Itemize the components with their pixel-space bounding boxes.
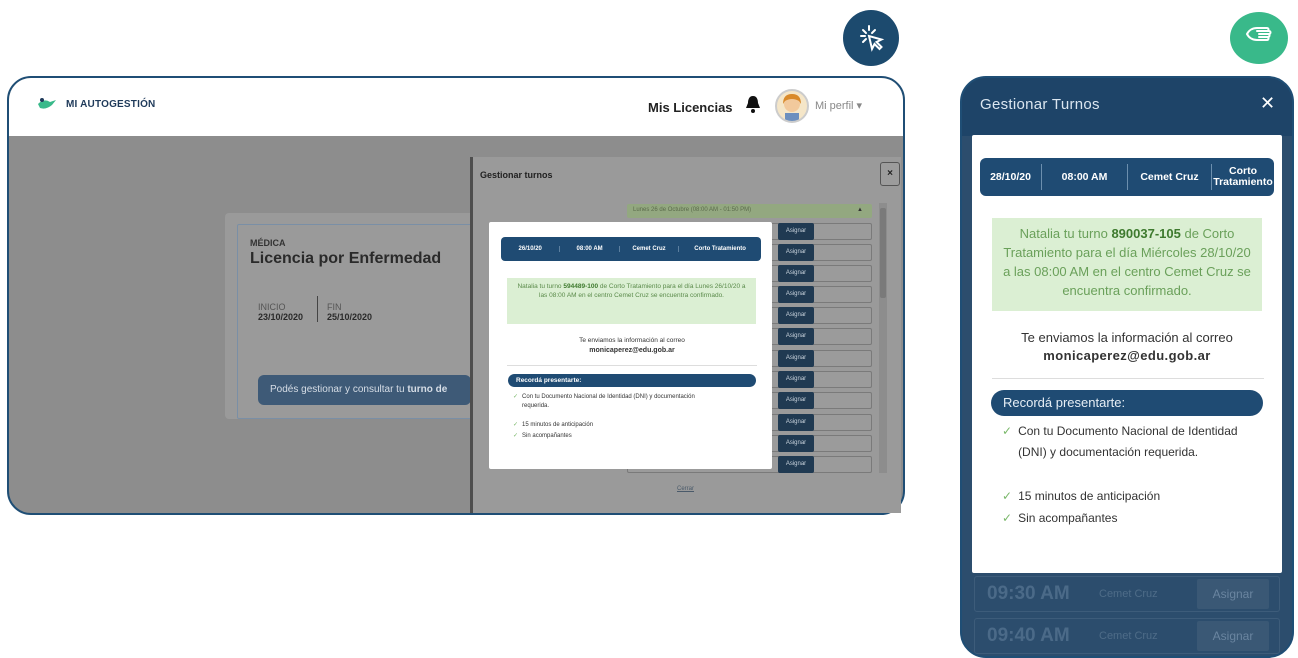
reminder-text: Con tu Documento Nacional de Identidad (…: [1018, 424, 1238, 459]
day-selector[interactable]: Lunes 26 de Octubre (08:00 AM - 01:50 PM…: [627, 204, 872, 218]
slot-time: 09:40 AM: [987, 625, 1070, 646]
divider: [507, 365, 757, 366]
assign-button[interactable]: Asignar: [1197, 579, 1269, 609]
check-circle-icon: ✓: [513, 394, 519, 400]
assign-button[interactable]: Asignar: [1197, 621, 1269, 651]
license-type: MÉDICA: [250, 238, 286, 248]
avatar[interactable]: [775, 89, 809, 123]
turno-time: 08:00 AM: [560, 246, 620, 252]
assign-button[interactable]: Asignar: [778, 435, 814, 452]
assign-button[interactable]: Asignar: [778, 223, 814, 240]
slot-row: 09:30 AM Cemet Cruz Asignar: [974, 576, 1280, 612]
profile-menu[interactable]: Mi perfil ▾: [815, 99, 862, 112]
cerrar-link[interactable]: Cerrar: [677, 486, 694, 492]
assign-button[interactable]: Asignar: [778, 286, 814, 303]
reminder-text: Sin acompañantes: [1018, 511, 1118, 525]
mail-line: Te enviamos la información al correo: [1021, 330, 1233, 345]
check-circle-icon: ✓: [513, 433, 519, 439]
turno-type: Corto Tratamiento: [694, 246, 746, 252]
bell-icon[interactable]: [745, 95, 761, 118]
reminder-item: ✓ Sin acompañantes: [513, 432, 572, 441]
check-circle-icon: ✓: [1002, 489, 1013, 503]
confirm-pre: Natalia tu turno: [517, 283, 562, 290]
turno-summary-bar: 26/10/20 08:00 AM Cemet Cruz Corto Trata…: [501, 237, 761, 261]
reminder-item: ✓ 15 minutos de anticipación: [513, 421, 593, 430]
nav-mis-licencias[interactable]: Mis Licencias: [648, 100, 733, 115]
assign-button[interactable]: Asignar: [778, 456, 814, 473]
turno-date: 28/10/20: [980, 164, 1042, 190]
turno-center: Cemet Cruz: [620, 246, 680, 252]
reminder-item: ✓ Sin acompañantes: [1002, 508, 1117, 529]
assign-button[interactable]: Asignar: [778, 244, 814, 261]
mobile-confirmation-message: Natalia tu turno 890037-105 de Corto Tra…: [992, 218, 1262, 311]
reminder-text: Sin acompañantes: [522, 433, 572, 439]
reminder-title: Recordá presentarte:: [508, 374, 756, 387]
slot-center: Cemet Cruz: [1099, 630, 1158, 642]
assign-button[interactable]: Asignar: [778, 371, 814, 388]
assign-button[interactable]: Asignar: [778, 328, 814, 345]
check-circle-icon: ✓: [1002, 511, 1013, 525]
check-circle-icon: ✓: [513, 422, 519, 428]
reminder-title: Recordá presentarte:: [991, 390, 1263, 416]
turno-type: Corto Tratamiento: [1213, 165, 1273, 188]
mail-address: monicaperez@edu.gob.ar: [589, 347, 675, 354]
confirm-code: 594489-100: [563, 283, 599, 290]
confirm-pre: Natalia tu turno: [1019, 226, 1108, 241]
slot-time: 09:30 AM: [987, 583, 1070, 604]
side-panel-close-button[interactable]: ×: [880, 162, 900, 186]
assign-button[interactable]: Asignar: [778, 414, 814, 431]
divider: [992, 378, 1264, 379]
reminder-text: 15 minutos de anticipación: [522, 422, 594, 428]
reminder-item: ✓ 15 minutos de anticipación: [1002, 486, 1160, 507]
reminder-text: 15 minutos de anticipación: [1018, 489, 1161, 503]
assign-button[interactable]: Asignar: [778, 265, 814, 282]
confirmation-message: Natalia tu turno 594489-100 de Corto Tra…: [507, 278, 756, 324]
inicio-label: INICIO: [258, 302, 286, 312]
side-panel-title: Gestionar turnos: [480, 170, 553, 180]
manage-text: Podés gestionar y consultar tu: [270, 384, 405, 395]
brand-name: MI AUTOGESTIÓN: [66, 98, 156, 110]
brand-logo[interactable]: MI AUTOGESTIÓN: [36, 96, 155, 112]
turno-time: 08:00 AM: [1042, 164, 1128, 190]
scrollbar-thumb[interactable]: [880, 208, 886, 298]
turno-center: Cemet Cruz: [1128, 164, 1212, 190]
reminder-item: ✓ Con tu Documento Nacional de Identidad …: [513, 393, 713, 411]
inicio-value: 23/10/2020: [258, 312, 304, 322]
license-title: Licencia por Enfermedad: [250, 250, 442, 267]
mail-line: Te enviamos la información al correo: [579, 337, 685, 344]
fin-value: 25/10/2020: [327, 312, 373, 322]
confirm-code: 890037-105: [1111, 226, 1181, 241]
fin-label: FIN: [327, 302, 342, 312]
assign-button[interactable]: Asignar: [778, 307, 814, 324]
mobile-title: Gestionar Turnos: [980, 96, 1100, 113]
turno-date: 26/10/20: [501, 246, 561, 252]
reminder-item: ✓ Con tu Documento Nacional de Identidad …: [1002, 421, 1242, 463]
brand-bird-icon: [38, 98, 56, 109]
check-circle-icon: ✓: [1002, 424, 1013, 438]
assign-button[interactable]: Asignar: [778, 350, 814, 367]
touch-hand-icon: [1230, 12, 1288, 64]
caret-up-icon: ▲: [857, 207, 863, 213]
click-cursor-icon: [843, 10, 899, 66]
mail-address: monicaperez@edu.gob.ar: [1043, 348, 1211, 363]
manage-turno-button[interactable]: Podés gestionar y consultar tu turno de: [258, 375, 471, 405]
slot-center: Cemet Cruz: [1099, 588, 1158, 600]
mobile-header: Gestionar Turnos ✕: [962, 78, 1292, 136]
assign-button[interactable]: Asignar: [778, 392, 814, 409]
manage-bold: turno de: [407, 384, 448, 395]
reminder-text: Con tu Documento Nacional de Identidad (…: [522, 394, 695, 409]
mobile-turno-summary-bar: 28/10/20 08:00 AM Cemet Cruz Corto Trata…: [980, 158, 1274, 196]
divider: [317, 296, 318, 322]
slot-row: 09:40 AM Cemet Cruz Asignar: [974, 618, 1280, 654]
close-icon[interactable]: ✕: [1260, 93, 1275, 114]
